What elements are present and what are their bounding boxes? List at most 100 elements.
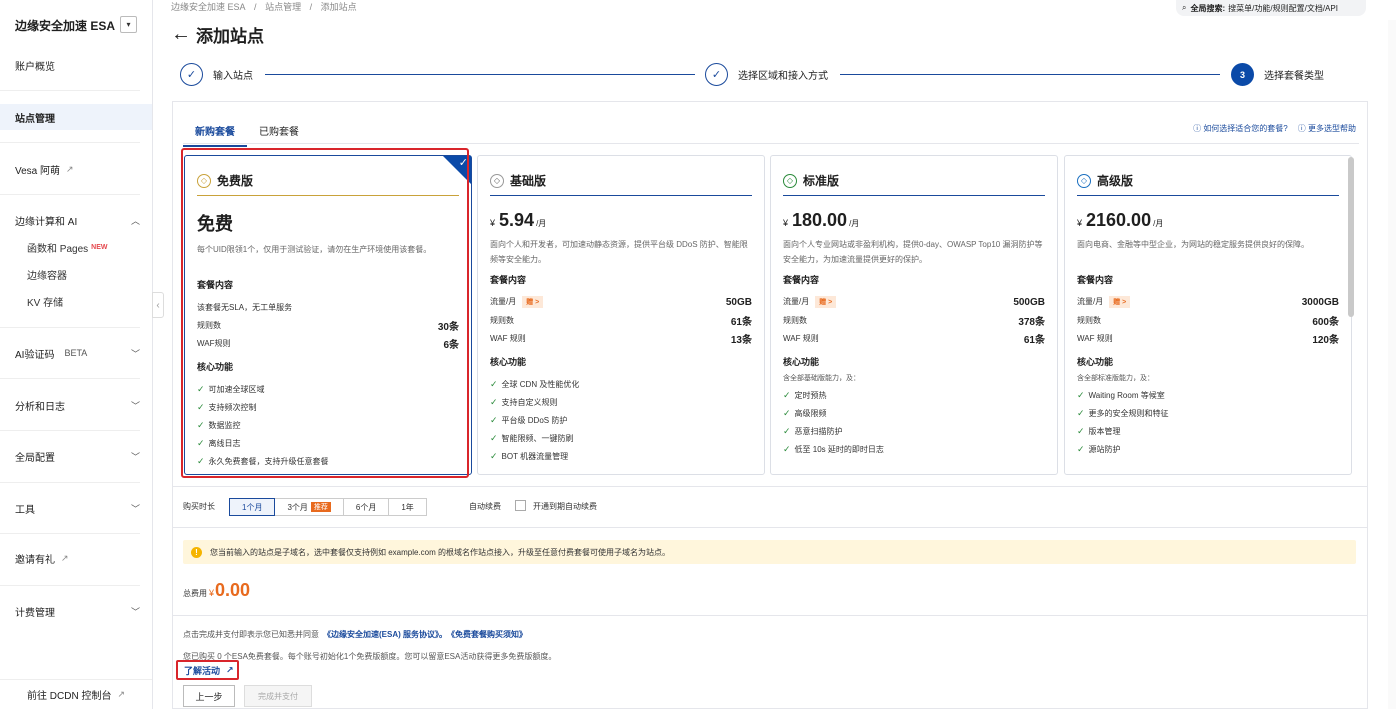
plan-card-basic[interactable]: ◇ 基础版 ¥5.94/月 面向个人和开发者，可加速动静态资源，提供平台级 DDo… bbox=[477, 155, 765, 475]
sidebar: 边缘安全加速 ESA ▾ 账户概览 站点管理 Vesa 阿萌 ↗ 边缘计算和 AI… bbox=[0, 0, 153, 709]
duration-option-label: 1年 bbox=[401, 502, 414, 512]
gift-badge[interactable]: 赠 > bbox=[1109, 296, 1131, 308]
sidebar-item-invite[interactable]: 邀请有礼 ↗ bbox=[0, 545, 152, 571]
feature-text: 全球 CDN 及性能优化 bbox=[501, 379, 580, 389]
sidebar-collapse-handle[interactable]: ‹ bbox=[152, 292, 164, 318]
plan-name-text: 高级版 bbox=[1097, 174, 1134, 188]
plan-row: WAF 规则 61条 bbox=[783, 329, 1045, 347]
duration-option-1-year[interactable]: 1年 bbox=[388, 498, 427, 516]
dcdn-console-link[interactable]: 前往 DCDN 控制台 ↗ bbox=[0, 679, 152, 709]
check-icon: ✓ bbox=[783, 425, 791, 436]
price-unit: /月 bbox=[536, 219, 547, 228]
sidebar-group-tools[interactable]: 工具 ﹀ bbox=[0, 495, 152, 521]
duration-label: 购买时长 bbox=[183, 502, 215, 511]
price-amount: 180.00 bbox=[792, 210, 848, 230]
sidebar-item-label: 邀请有礼 bbox=[15, 554, 55, 566]
step-number: 3 bbox=[1231, 63, 1254, 86]
sidebar-item-label: 边缘计算和 AI bbox=[15, 216, 78, 228]
beta-badge: BETA bbox=[64, 348, 88, 358]
duration-option-label: 1个月 bbox=[242, 502, 263, 512]
divider bbox=[0, 90, 140, 91]
auto-renew-text[interactable]: 开通到期自动续费 bbox=[533, 501, 597, 512]
row-label: 规则数 bbox=[783, 315, 807, 325]
back-arrow-icon[interactable]: ← bbox=[171, 23, 191, 46]
help-more-link[interactable]: ⓘ 更多选型帮助 bbox=[1298, 123, 1356, 134]
row-value: 120条 bbox=[1312, 334, 1339, 346]
row-value: 61条 bbox=[730, 316, 752, 328]
cards-scrollbar[interactable] bbox=[1348, 157, 1354, 317]
currency: ¥ bbox=[783, 218, 789, 228]
recommend-badge: 推荐 bbox=[310, 502, 331, 512]
sidebar-group-ai-captcha[interactable]: AI验证码 BETA ﹀ bbox=[0, 340, 152, 366]
learn-activity-link[interactable]: 了解活动 ↗ bbox=[176, 660, 239, 680]
duration-option-3-months[interactable]: 3个月 推荐 bbox=[274, 498, 344, 516]
divider bbox=[172, 615, 1368, 616]
breadcrumb-item[interactable]: 站点管理 bbox=[265, 2, 301, 12]
duration-selector: 1个月 3个月 推荐 6个月 1年 bbox=[229, 498, 427, 516]
gift-badge[interactable]: 赠 > bbox=[522, 296, 544, 308]
price-amount: 2160.00 bbox=[1086, 210, 1152, 230]
subdomain-notice: ! 您当前输入的站点是子域名，选中套餐仅支持例如 example.com 的根域… bbox=[183, 540, 1356, 564]
auto-renew-checkbox[interactable] bbox=[515, 500, 526, 511]
divider bbox=[0, 585, 140, 586]
row-label: WAF 规则 bbox=[1077, 333, 1113, 343]
check-icon: ✓ bbox=[1077, 389, 1085, 400]
diamond-icon: ◇ bbox=[783, 173, 797, 188]
sidebar-item-vesa[interactable]: Vesa 阿萌 ↗ bbox=[0, 156, 152, 182]
sidebar-item-overview[interactable]: 账户概览 bbox=[0, 52, 152, 78]
help-link-label: 如何选择适合您的套餐? bbox=[1203, 124, 1288, 133]
duration-option-1-month[interactable]: 1个月 bbox=[229, 498, 276, 516]
plan-row: 流量/月赠 > 500GB bbox=[783, 293, 1045, 311]
feature-text: 更多的安全规则和特征 bbox=[1088, 408, 1169, 418]
product-switch-dropdown[interactable]: ▾ bbox=[120, 16, 137, 33]
step-3: 3 选择套餐类型 bbox=[1231, 63, 1324, 86]
plan-description: 面向个人和开发者，可加速动静态资源，提供平台级 DDoS 防护、智能限频等安全能… bbox=[490, 240, 748, 264]
row-label: 流量/月 bbox=[1077, 297, 1104, 306]
chevron-down-icon: ﹀ bbox=[130, 451, 140, 462]
product-title: 边缘安全加速 ESA bbox=[15, 18, 116, 33]
sidebar-item-kv[interactable]: KV 存储 bbox=[0, 288, 152, 314]
plan-price: ¥2160.00/月 bbox=[1077, 210, 1339, 231]
breadcrumb-item[interactable]: 边缘安全加速 ESA bbox=[171, 2, 246, 12]
divider bbox=[172, 486, 1368, 487]
feature-item: ✓ 恶意扫描防护 bbox=[783, 422, 1045, 440]
quota-text: 您已购买 0 个ESA免费套餐。每个账号初始化1个免费版额度。您可以留意ESA活… bbox=[183, 652, 557, 661]
plan-price: ¥180.00/月 bbox=[783, 210, 1045, 231]
divider bbox=[0, 430, 140, 431]
step-label: 选择套餐类型 bbox=[1264, 71, 1324, 82]
service-agreement-link[interactable]: 《边缘安全加速(ESA) 服务协议》。 bbox=[323, 630, 447, 639]
previous-step-button[interactable]: 上一步 bbox=[183, 685, 235, 707]
gift-badge[interactable]: 赠 > bbox=[815, 296, 837, 308]
row-value: 3000GB bbox=[1301, 296, 1339, 308]
sidebar-item-functions-pages[interactable]: 函数和 Pages NEW bbox=[0, 234, 152, 260]
external-link-icon: ↗ bbox=[66, 163, 74, 174]
plan-card-standard[interactable]: ◇ 标准版 ¥180.00/月 面向个人专业网站或非盈利机构，提供0-day、OW… bbox=[770, 155, 1058, 475]
sidebar-group-analytics[interactable]: 分析和日志 ﹀ bbox=[0, 392, 152, 418]
sidebar-item-label: 工具 bbox=[15, 504, 35, 516]
sidebar-item-edge-container[interactable]: 边缘容器 bbox=[0, 261, 152, 287]
feature-text: 定时预热 bbox=[794, 390, 827, 400]
free-plan-notice-link[interactable]: 《免费套餐购买须知》 bbox=[451, 630, 527, 639]
feature-text: 智能限频、一键防刷 bbox=[501, 433, 574, 443]
help-choose-plan-link[interactable]: ⓘ 如何选择适合您的套餐? bbox=[1193, 123, 1288, 134]
sidebar-group-billing[interactable]: 计费管理 ﹀ bbox=[0, 598, 152, 624]
chevron-down-icon: ﹀ bbox=[130, 400, 140, 411]
sidebar-item-label: 边缘容器 bbox=[27, 270, 67, 282]
check-icon: ✓ bbox=[490, 450, 498, 461]
currency: ¥ bbox=[490, 218, 496, 228]
plan-card-advanced[interactable]: ◇ 高级版 ¥2160.00/月 面向电商、金融等中型企业，为网站的稳定服务提供良… bbox=[1064, 155, 1352, 475]
external-link-icon: ↗ bbox=[117, 689, 125, 699]
sidebar-item-site-management[interactable]: 站点管理 bbox=[0, 104, 152, 130]
dcdn-link-label: 前往 DCDN 控制台 bbox=[27, 691, 112, 702]
check-icon: ✓ bbox=[783, 407, 791, 418]
global-search[interactable]: ⌕ 全局搜索: 搜菜单/功能/规则配置/文档/API bbox=[1176, 0, 1366, 16]
sidebar-group-edge-ai[interactable]: 边缘计算和 AI ︿ bbox=[0, 207, 152, 233]
total-label: 总费用 bbox=[183, 589, 207, 598]
row-value: 500GB bbox=[1013, 296, 1045, 308]
sidebar-group-global-config[interactable]: 全局配置 ﹀ bbox=[0, 443, 152, 469]
feature-item: ✓ 低至 10s 延时的即时日志 bbox=[783, 440, 1045, 458]
page-scrollbar[interactable] bbox=[1388, 20, 1396, 709]
complete-and-pay-button[interactable]: 完成并支付 bbox=[244, 685, 312, 707]
plan-name-text: 基础版 bbox=[510, 174, 547, 188]
duration-option-6-months[interactable]: 6个月 bbox=[342, 498, 390, 516]
